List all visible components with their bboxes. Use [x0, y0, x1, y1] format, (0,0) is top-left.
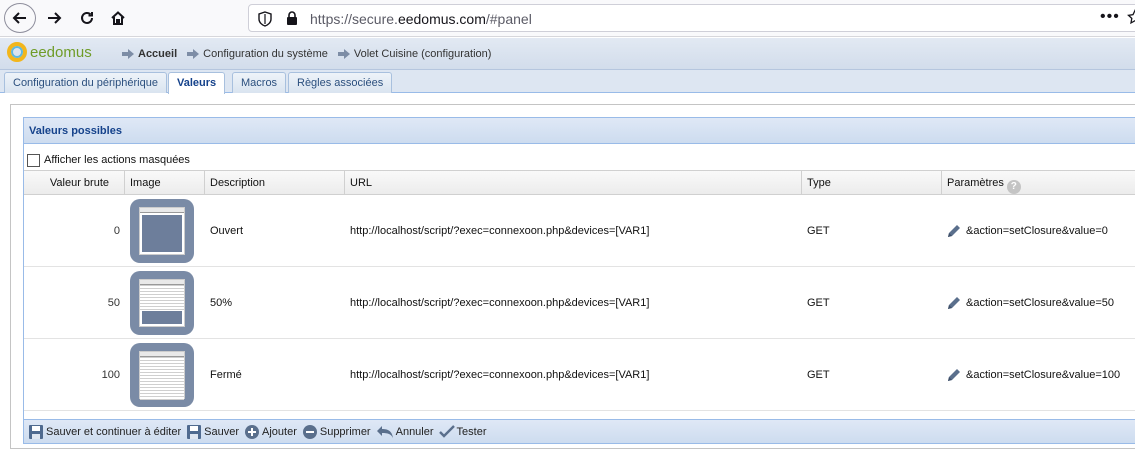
- parameters-header-label: Paramètres: [947, 177, 1004, 189]
- eedomus-logo[interactable]: eedomus: [7, 42, 92, 62]
- forward-button[interactable]: [40, 5, 68, 31]
- browser-toolbar: https://secure.eedomus.com/#panel •••: [0, 0, 1135, 37]
- description-cell: 50%: [210, 297, 233, 309]
- url-bar[interactable]: https://secure.eedomus.com/#panel •••: [248, 4, 1135, 32]
- grid-body: 0 Ouvert http://localhost/script/?exec=c…: [24, 195, 1135, 411]
- type-cell: GET: [807, 225, 830, 237]
- delete-label: Supprimer: [319, 425, 371, 438]
- grid-title: Valeurs possibles: [24, 118, 1135, 144]
- reload-icon: [81, 11, 93, 24]
- test-label: Tester: [456, 425, 487, 438]
- arrow-right-icon: [122, 49, 134, 59]
- parameters-cell: &action=setClosure&value=0: [946, 195, 1135, 267]
- table-row[interactable]: 0 Ouvert http://localhost/script/?exec=c…: [24, 195, 1135, 267]
- main-panel: Valeurs possibles Afficher les actions m…: [10, 104, 1135, 449]
- home-button[interactable]: [104, 5, 132, 31]
- tab-strip: Configuration du périphérique Valeurs Ma…: [0, 70, 1135, 94]
- shutter-open-icon: [130, 195, 200, 267]
- column-header-parameters[interactable]: Paramètres?: [942, 171, 1135, 195]
- cancel-label: Annuler: [395, 425, 434, 438]
- page-actions-menu-icon[interactable]: •••: [1100, 8, 1120, 26]
- grid-options: Afficher les actions masquées: [24, 144, 1135, 171]
- description-cell: Fermé: [210, 369, 242, 381]
- table-row[interactable]: 50 50% http://localhost/script/?exec=con…: [24, 267, 1135, 339]
- save-continue-label: Sauver et continuer à éditer: [46, 425, 182, 438]
- column-header-type[interactable]: Type: [802, 171, 942, 195]
- description-cell: Ouvert: [210, 225, 244, 237]
- tab-associated-rules[interactable]: Règles associées: [288, 72, 393, 93]
- app-header: eedomus Accueil Configuration du système…: [0, 38, 1135, 70]
- floppy-disk-icon: [29, 424, 43, 439]
- raw-value-cell: 0: [113, 225, 120, 237]
- column-header-url[interactable]: URL: [345, 171, 802, 195]
- home-icon: [111, 11, 125, 25]
- column-header-raw-value[interactable]: Valeur brute: [24, 171, 125, 195]
- logo-text: eedomus: [30, 43, 92, 61]
- url-suffix: /#panel: [485, 11, 532, 27]
- save-button[interactable]: Sauver: [186, 424, 239, 440]
- edit-pencil-icon[interactable]: [946, 295, 962, 311]
- plus-circle-icon: [245, 424, 259, 439]
- checkmark-icon: [438, 424, 455, 438]
- breadcrumb-home[interactable]: Accueil: [138, 48, 177, 60]
- parameters-value: &action=setClosure&value=100: [966, 369, 1121, 381]
- type-cell: GET: [807, 369, 830, 381]
- column-header-description[interactable]: Description: [205, 171, 345, 195]
- arrow-right-icon: [337, 49, 350, 59]
- shutter-closed-icon: [130, 339, 200, 411]
- raw-value-cell: 50: [107, 297, 120, 309]
- raw-value-cell: 100: [101, 369, 120, 381]
- column-header-image[interactable]: Image: [125, 171, 205, 195]
- save-continue-button[interactable]: Sauver et continuer à éditer: [28, 424, 181, 440]
- add-button[interactable]: Ajouter: [244, 424, 297, 440]
- url-cell: http://localhost/script/?exec=connexoon.…: [350, 297, 650, 309]
- url-text[interactable]: https://secure.eedomus.com/#panel: [310, 11, 532, 27]
- arrow-right-icon: [187, 49, 200, 59]
- shield-icon[interactable]: [258, 11, 272, 27]
- floppy-disk-icon: [187, 424, 202, 439]
- arrow-left-icon: [12, 12, 26, 24]
- table-row[interactable]: 100 Fermé http://localhost/script/?exec=…: [24, 339, 1135, 411]
- parameters-value: &action=setClosure&value=50: [966, 297, 1114, 309]
- cancel-button[interactable]: Annuler: [376, 425, 434, 439]
- test-button[interactable]: Tester: [438, 424, 487, 439]
- add-label: Ajouter: [262, 425, 297, 438]
- url-prefix: https://secure.: [310, 11, 398, 27]
- url-cell: http://localhost/script/?exec=connexoon.…: [350, 225, 650, 237]
- logo-ring-icon: [7, 42, 27, 62]
- back-button[interactable]: [4, 3, 36, 33]
- column-header-row: Valeur brute Image Description URL Type …: [24, 171, 1135, 195]
- edit-pencil-icon[interactable]: [946, 223, 962, 239]
- arrow-right-icon: [48, 12, 62, 24]
- breadcrumb-current-page: Volet Cuisine (configuration): [353, 48, 492, 60]
- save-label: Sauver: [204, 425, 239, 438]
- help-icon[interactable]: ?: [1006, 180, 1021, 194]
- grid-toolbar: Sauver et continuer à éditer Sauver Ajou…: [24, 419, 1135, 443]
- undo-icon: [376, 425, 393, 438]
- parameters-cell: &action=setClosure&value=50: [946, 267, 1135, 339]
- show-hidden-checkbox[interactable]: [27, 153, 40, 167]
- breadcrumb-system-config[interactable]: Configuration du système: [203, 48, 328, 60]
- bookmark-star-icon[interactable]: [1127, 9, 1135, 25]
- delete-button[interactable]: Supprimer: [302, 424, 371, 440]
- url-domain: eedomus.com: [397, 11, 486, 27]
- edit-pencil-icon[interactable]: [946, 367, 962, 383]
- parameters-cell: &action=setClosure&value=100: [946, 339, 1135, 411]
- tab-device-config[interactable]: Configuration du périphérique: [4, 72, 167, 93]
- tab-values[interactable]: Valeurs: [168, 72, 226, 94]
- url-cell: http://localhost/script/?exec=connexoon.…: [350, 369, 650, 381]
- type-cell: GET: [807, 297, 830, 309]
- reload-button[interactable]: [73, 5, 101, 31]
- minus-circle-icon: [302, 424, 317, 439]
- shutter-half-icon: [130, 267, 200, 339]
- breadcrumb: Accueil Configuration du système Volet C…: [122, 48, 501, 60]
- tab-macros[interactable]: Macros: [232, 72, 287, 93]
- show-hidden-label[interactable]: Afficher les actions masquées: [44, 154, 190, 166]
- lock-icon[interactable]: [286, 11, 298, 26]
- parameters-value: &action=setClosure&value=0: [966, 225, 1108, 237]
- values-grid: Valeurs possibles Afficher les actions m…: [23, 117, 1135, 444]
